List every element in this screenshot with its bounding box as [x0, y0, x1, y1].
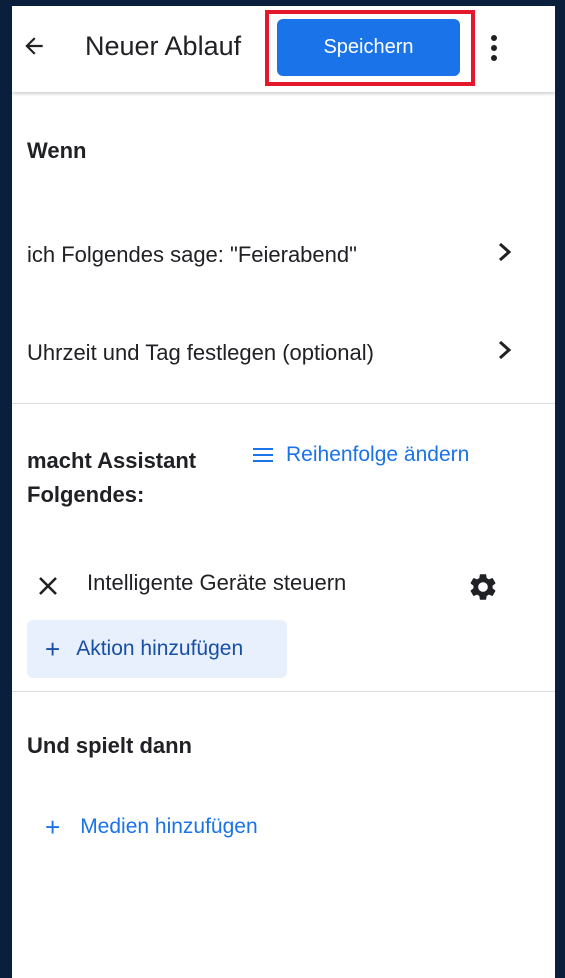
back-button[interactable] — [16, 28, 52, 64]
add-action-label: Aktion hinzufügen — [76, 637, 244, 660]
chevron-right-icon — [499, 340, 512, 360]
reorder-icon — [253, 448, 273, 462]
arrow-left-icon — [25, 37, 43, 55]
reorder-button[interactable]: Reihenfolge ändern — [252, 443, 469, 467]
divider — [12, 403, 555, 404]
actions-heading-line2: Folgendes: — [27, 482, 145, 507]
actions-heading: macht Assistant Folgendes: — [27, 444, 196, 512]
divider — [12, 691, 555, 692]
save-button[interactable]: Speichern — [277, 19, 460, 76]
page-title: Neuer Ablauf — [85, 31, 242, 61]
gear-icon[interactable] — [467, 571, 499, 603]
media-heading: Und spielt dann — [27, 733, 192, 758]
chevron-right-icon — [499, 242, 512, 262]
app-bar: Neuer Ablauf Speichern — [12, 6, 555, 92]
plus-icon: + — [45, 812, 61, 842]
more-vert-icon[interactable] — [484, 28, 504, 68]
screen: Neuer Ablauf Speichern Wenn ich Folgende… — [12, 6, 555, 978]
reorder-label: Reihenfolge ändern — [286, 443, 470, 466]
when-item-label: ich Folgendes sage: "Feierabend" — [27, 242, 357, 267]
plus-icon: + — [45, 634, 61, 664]
actions-heading-line1: macht Assistant — [27, 448, 197, 473]
add-action-button[interactable]: + Aktion hinzufügen — [27, 620, 287, 678]
when-item-label: Uhrzeit und Tag festlegen (optional) — [27, 340, 374, 365]
add-media-button[interactable]: + Medien hinzufügen — [45, 814, 258, 840]
when-heading: Wenn — [27, 138, 87, 163]
action-item-label: Intelligente Geräte steuern — [87, 570, 347, 595]
close-icon[interactable] — [36, 574, 60, 598]
add-media-label: Medien hinzufügen — [80, 815, 258, 838]
